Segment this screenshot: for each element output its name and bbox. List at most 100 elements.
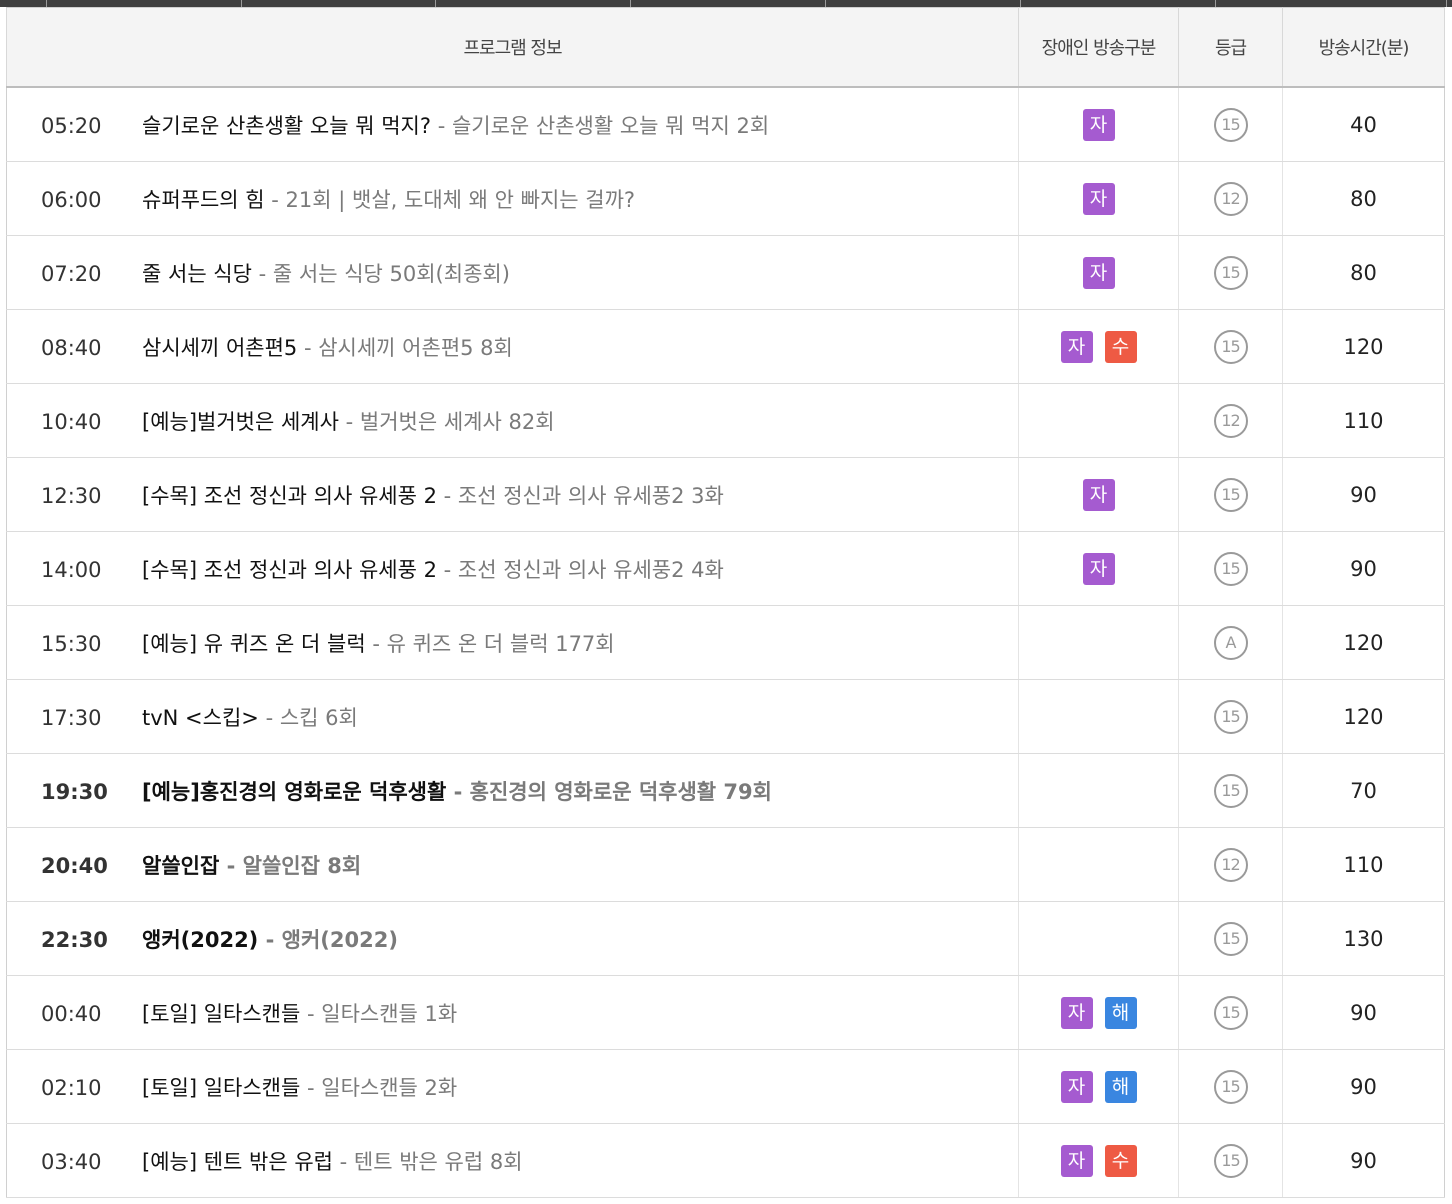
tab-stub[interactable] xyxy=(436,0,631,7)
tab-stub[interactable] xyxy=(826,0,1021,7)
tab-stub[interactable] xyxy=(47,0,242,7)
tab-stub[interactable] xyxy=(0,0,47,7)
program-info-cell: 08:40 삼시세끼 어촌편5 - 삼시세끼 어촌편5 8회 xyxy=(6,309,1019,384)
table-row[interactable]: 17:30 tvN <스킵> - 스킵 6회 15 120 xyxy=(6,679,1445,754)
episode-info[interactable]: 스킵 6회 xyxy=(280,706,358,730)
accessibility-badge: 수 xyxy=(1104,1144,1137,1177)
program-title[interactable]: [토일] 일타스캔들 xyxy=(142,1076,300,1100)
air-time: 22:30 xyxy=(41,927,108,952)
age-rating-icon: 15 xyxy=(1213,773,1248,808)
accessibility-badge: 자 xyxy=(1060,1144,1093,1177)
table-row[interactable]: 00:40 [토일] 일타스캔들 - 일타스캔들 1화 자 해 15 90 xyxy=(6,975,1445,1050)
accessibility-cell: 자 xyxy=(1018,87,1179,162)
top-tab-strip xyxy=(0,0,1452,7)
grade-cell: A xyxy=(1178,605,1283,680)
episode-info[interactable]: 조선 정신과 의사 유세풍2 3화 xyxy=(458,484,724,508)
header-program-info: 프로그램 정보 xyxy=(6,7,1019,88)
table-row[interactable]: 15:30 [예능] 유 퀴즈 온 더 블럭 - 유 퀴즈 온 더 블럭 177회… xyxy=(6,605,1445,680)
duration-cell: 90 xyxy=(1282,457,1445,532)
tab-stub[interactable] xyxy=(631,0,826,7)
episode-info[interactable]: 일타스캔들 1화 xyxy=(321,1002,457,1026)
schedule-table: 프로그램 정보 장애인 방송구분 등급 방송시간(분) 05:20 슬기로운 산촌… xyxy=(6,7,1445,1198)
tab-stub[interactable] xyxy=(1216,0,1447,7)
program-info-cell: 15:30 [예능] 유 퀴즈 온 더 블럭 - 유 퀴즈 온 더 블럭 177회 xyxy=(6,605,1019,680)
age-rating-icon: 15 xyxy=(1213,107,1248,142)
episode-info[interactable]: 슬기로운 산촌생활 오늘 뭐 먹지 2회 xyxy=(452,114,769,138)
header-accessibility: 장애인 방송구분 xyxy=(1018,7,1179,88)
program-title[interactable]: 삼시세끼 어촌편5 xyxy=(142,336,297,360)
accessibility-cell: 자수 xyxy=(1018,309,1179,384)
program-title[interactable]: 알쓸인잡 xyxy=(142,854,219,878)
episode-info[interactable]: 텐트 밖은 유럽 8회 xyxy=(354,1150,523,1174)
age-rating-icon: 12 xyxy=(1213,181,1248,216)
program-title[interactable]: [예능] 텐트 밖은 유럽 xyxy=(142,1150,333,1174)
air-time: 17:30 xyxy=(41,705,102,730)
header-grade: 등급 xyxy=(1178,7,1283,88)
tab-stub[interactable] xyxy=(242,0,436,7)
accessibility-cell xyxy=(1018,679,1179,754)
air-time: 20:40 xyxy=(41,853,108,878)
table-row[interactable]: 08:40 삼시세끼 어촌편5 - 삼시세끼 어촌편5 8회 자 수 15 120 xyxy=(6,309,1445,384)
duration-cell: 110 xyxy=(1282,827,1445,902)
episode-info[interactable]: 알쓸인잡 8회 xyxy=(243,854,362,878)
program-title[interactable]: [예능]홍진경의 영화로운 덕후생활 xyxy=(142,780,446,804)
program-title[interactable]: 슈퍼푸드의 힘 xyxy=(142,188,265,212)
title-separator: - xyxy=(436,557,458,582)
table-row[interactable]: 05:20 슬기로운 산촌생활 오늘 뭐 먹지? - 슬기로운 산촌생활 오늘 뭐… xyxy=(6,87,1445,162)
title-separator: - xyxy=(300,1075,322,1100)
accessibility-badge: 해 xyxy=(1104,1070,1137,1103)
program-title[interactable]: tvN <스킵> xyxy=(142,706,259,730)
grade-cell: 15 xyxy=(1178,975,1283,1050)
table-row[interactable]: 14:00 [수목] 조선 정신과 의사 유세풍 2 - 조선 정신과 의사 유세… xyxy=(6,531,1445,606)
age-rating-icon: 15 xyxy=(1213,1069,1248,1104)
age-rating-icon: 15 xyxy=(1213,1143,1248,1178)
table-row[interactable]: 12:30 [수목] 조선 정신과 의사 유세풍 2 - 조선 정신과 의사 유세… xyxy=(6,457,1445,532)
program-title[interactable]: 슬기로운 산촌생활 오늘 뭐 먹지? xyxy=(142,114,431,138)
program-title[interactable]: [토일] 일타스캔들 xyxy=(142,1002,300,1026)
table-row[interactable]: 06:00 슈퍼푸드의 힘 - 21회 | 뱃살, 도대체 왜 안 빠지는 걸까?… xyxy=(6,161,1445,236)
duration-cell: 90 xyxy=(1282,1123,1445,1198)
table-row[interactable]: 19:30 [예능]홍진경의 영화로운 덕후생활 - 홍진경의 영화로운 덕후생활… xyxy=(6,753,1445,828)
episode-info[interactable]: 일타스캔들 2화 xyxy=(321,1076,457,1100)
grade-cell: 12 xyxy=(1178,827,1283,902)
program-info-cell: 00:40 [토일] 일타스캔들 - 일타스캔들 1화 xyxy=(6,975,1019,1050)
duration-cell: 90 xyxy=(1282,1049,1445,1124)
title-separator: - xyxy=(251,261,273,286)
grade-cell: 15 xyxy=(1178,457,1283,532)
table-row[interactable]: 22:30 앵커(2022) - 앵커(2022) 15 130 xyxy=(6,901,1445,976)
episode-info[interactable]: 조선 정신과 의사 유세풍2 4화 xyxy=(458,558,724,582)
accessibility-cell: 자 xyxy=(1018,457,1179,532)
program-title[interactable]: 줄 서는 식당 xyxy=(142,262,252,286)
program-title[interactable]: [예능]벌거벗은 세계사 xyxy=(142,410,339,434)
program-title[interactable]: [수목] 조선 정신과 의사 유세풍 2 xyxy=(142,558,437,582)
accessibility-badge: 자 xyxy=(1060,330,1093,363)
program-title[interactable]: [수목] 조선 정신과 의사 유세풍 2 xyxy=(142,484,437,508)
program-title[interactable]: [예능] 유 퀴즈 온 더 블럭 xyxy=(142,632,366,656)
episode-info[interactable]: 21회 | 뱃살, 도대체 왜 안 빠지는 걸까? xyxy=(286,188,636,212)
program-info-cell: 05:20 슬기로운 산촌생활 오늘 뭐 먹지? - 슬기로운 산촌생활 오늘 뭐… xyxy=(6,87,1019,162)
accessibility-cell xyxy=(1018,383,1179,458)
episode-info[interactable]: 홍진경의 영화로운 덕후생활 79회 xyxy=(470,780,772,804)
air-time: 07:20 xyxy=(41,261,102,286)
table-row[interactable]: 03:40 [예능] 텐트 밖은 유럽 - 텐트 밖은 유럽 8회 자 수 15 90 xyxy=(6,1123,1445,1198)
episode-info[interactable]: 유 퀴즈 온 더 블럭 177회 xyxy=(387,632,615,656)
age-rating-icon: 15 xyxy=(1213,995,1248,1030)
title-separator: - xyxy=(436,483,458,508)
episode-info[interactable]: 앵커(2022) xyxy=(282,928,398,952)
air-time: 12:30 xyxy=(41,483,102,508)
tab-stub[interactable] xyxy=(1021,0,1216,7)
air-time: 14:00 xyxy=(41,557,102,582)
episode-info[interactable]: 벌거벗은 세계사 82회 xyxy=(360,410,555,434)
accessibility-cell: 자 xyxy=(1018,531,1179,606)
program-info-cell: 07:20 줄 서는 식당 - 줄 서는 식당 50회(최종회) xyxy=(6,235,1019,310)
accessibility-cell: 자수 xyxy=(1018,1123,1179,1198)
program-info-cell: 22:30 앵커(2022) - 앵커(2022) xyxy=(6,901,1019,976)
age-rating-icon: A xyxy=(1213,625,1248,660)
table-row[interactable]: 02:10 [토일] 일타스캔들 - 일타스캔들 2화 자 해 15 90 xyxy=(6,1049,1445,1124)
table-row[interactable]: 20:40 알쓸인잡 - 알쓸인잡 8회 12 110 xyxy=(6,827,1445,902)
table-row[interactable]: 10:40 [예능]벌거벗은 세계사 - 벌거벗은 세계사 82회 12 110 xyxy=(6,383,1445,458)
episode-info[interactable]: 줄 서는 식당 50회(최종회) xyxy=(273,262,510,286)
table-row[interactable]: 07:20 줄 서는 식당 - 줄 서는 식당 50회(최종회) 자 15 80 xyxy=(6,235,1445,310)
program-title[interactable]: 앵커(2022) xyxy=(142,928,258,952)
episode-info[interactable]: 삼시세끼 어촌편5 8회 xyxy=(318,336,513,360)
